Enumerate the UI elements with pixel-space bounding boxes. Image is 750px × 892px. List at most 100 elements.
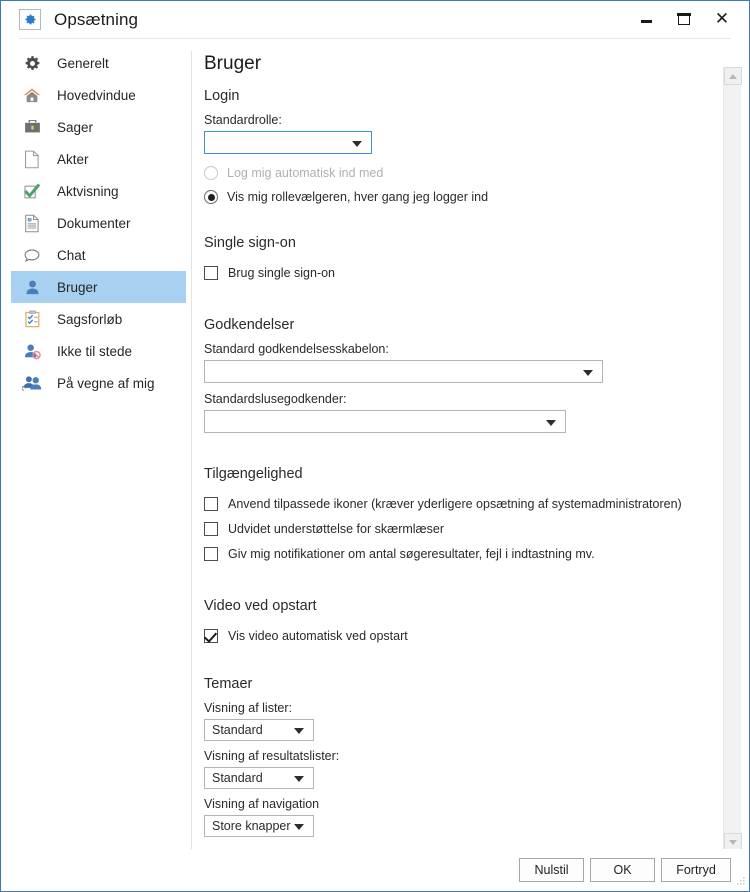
title-bar: Opsætning ✕ bbox=[1, 1, 749, 38]
default-approver-dropdown[interactable] bbox=[204, 410, 566, 433]
sso-checkbox[interactable] bbox=[204, 265, 218, 280]
close-icon: ✕ bbox=[714, 9, 730, 29]
window-controls: ✕ bbox=[627, 1, 749, 38]
chat-bubble-icon bbox=[21, 244, 43, 266]
sidebar-item-bruger[interactable]: Bruger bbox=[11, 271, 186, 303]
sidebar-item-generelt[interactable]: Generelt bbox=[11, 47, 186, 79]
accessibility-option-row[interactable]: Anvend tilpassede ikoner (kræver yderlig… bbox=[204, 491, 721, 516]
chevron-down-icon bbox=[352, 140, 362, 147]
window-title: Opsætning bbox=[54, 9, 139, 29]
startup-video-checkbox[interactable] bbox=[204, 628, 218, 643]
sso-label: Brug single sign-on bbox=[228, 265, 336, 280]
startup-video-section-heading: Video ved opstart bbox=[204, 598, 317, 614]
svg-text:A: A bbox=[28, 217, 31, 222]
startup-video-checkbox-row[interactable]: Vis video automatisk ved opstart bbox=[204, 623, 721, 648]
chevron-down-icon bbox=[294, 824, 304, 830]
document-icon: A bbox=[21, 212, 43, 234]
chevron-up-icon bbox=[729, 73, 737, 79]
themes-section-heading: Temaer bbox=[204, 676, 253, 692]
user-icon bbox=[21, 276, 43, 298]
settings-window: Opsætning ✕ Generelt Hovedvindue Sager A… bbox=[0, 0, 750, 892]
sidebar-item-label: Ikke til stede bbox=[57, 343, 133, 359]
accessibility-option-row[interactable]: Udvidet understøttelse for skærmlæser bbox=[204, 516, 721, 541]
page-icon bbox=[21, 148, 43, 170]
navigation-view-label: Visning af navigation bbox=[204, 797, 320, 811]
screenreader-checkbox[interactable] bbox=[204, 521, 218, 536]
scroll-up-button[interactable] bbox=[724, 67, 742, 85]
sidebar-item-hovedvindue[interactable]: Hovedvindue bbox=[11, 79, 186, 111]
role-picker-label: Vis mig rollevælgeren, hver gang jeg log… bbox=[227, 190, 489, 204]
sso-checkbox-row[interactable]: Brug single sign-on bbox=[204, 260, 721, 285]
sidebar-item-aktvisning[interactable]: Aktvisning bbox=[11, 175, 186, 207]
approvals-section-heading: Godkendelser bbox=[204, 317, 295, 333]
navigation-view-value: Store knapper bbox=[212, 819, 291, 833]
clipboard-icon bbox=[21, 308, 43, 330]
dialog-footer: Nulstil OK Fortryd bbox=[1, 849, 749, 891]
page-title: Bruger bbox=[204, 53, 262, 74]
maximize-icon bbox=[677, 13, 691, 25]
users-icon bbox=[21, 372, 43, 394]
resize-grip-icon[interactable] bbox=[734, 876, 746, 888]
settings-content-panel: Bruger Login Standardrolle: Log mig auto… bbox=[192, 47, 721, 849]
sidebar-item-label: Chat bbox=[57, 247, 86, 263]
close-button[interactable]: ✕ bbox=[703, 1, 741, 38]
approval-template-label: Standard godkendelsesskabelon: bbox=[204, 342, 389, 356]
sidebar-item-label: Akter bbox=[57, 151, 89, 167]
sidebar-item-sagsforloeb[interactable]: Sagsforløb bbox=[11, 303, 186, 335]
chevron-down-icon bbox=[294, 728, 304, 734]
reset-button[interactable]: Nulstil bbox=[519, 858, 584, 882]
result-lists-view-value: Standard bbox=[212, 771, 263, 785]
content-scrollbar[interactable] bbox=[723, 67, 742, 851]
sidebar-item-dokumenter[interactable]: A Dokumenter bbox=[11, 207, 186, 239]
sidebar-item-label: Dokumenter bbox=[57, 215, 131, 231]
result-lists-view-dropdown[interactable]: Standard bbox=[204, 767, 314, 789]
sidebar-item-label: Bruger bbox=[57, 279, 98, 295]
custom-icons-label: Anvend tilpassede ikoner (kræver yderlig… bbox=[228, 496, 682, 511]
minimize-icon bbox=[640, 20, 652, 23]
sidebar-item-akter[interactable]: Akter bbox=[11, 143, 186, 175]
sso-section-heading: Single sign-on bbox=[204, 235, 296, 251]
default-role-label: Standardrolle: bbox=[204, 113, 282, 127]
role-picker-radio-row[interactable]: Vis mig rollevælgeren, hver gang jeg log… bbox=[204, 185, 721, 209]
sidebar-item-chat[interactable]: Chat bbox=[11, 239, 186, 271]
sidebar-item-label: Sagsforløb bbox=[57, 311, 123, 327]
sidebar-item-label: På vegne af mig bbox=[57, 375, 155, 391]
sidebar-item-sager[interactable]: Sager bbox=[11, 111, 186, 143]
lists-view-value: Standard bbox=[212, 723, 263, 737]
sidebar-item-label: Generelt bbox=[57, 55, 109, 71]
settings-sidebar: Generelt Hovedvindue Sager Akter Aktvisn… bbox=[1, 47, 191, 847]
window-gear-icon bbox=[19, 9, 41, 30]
title-divider bbox=[19, 38, 731, 39]
sidebar-item-label: Aktvisning bbox=[57, 183, 119, 199]
chevron-down-icon bbox=[546, 419, 556, 426]
checkmark-icon bbox=[21, 180, 43, 202]
sidebar-item-ikke-til-stede[interactable]: Ikke til stede bbox=[11, 335, 186, 367]
lists-view-dropdown[interactable]: Standard bbox=[204, 719, 314, 741]
auto-login-radio[interactable] bbox=[204, 166, 218, 180]
chevron-down-icon bbox=[583, 369, 593, 376]
maximize-button[interactable] bbox=[665, 1, 703, 38]
accessibility-section-heading: Tilgængelighed bbox=[204, 466, 303, 482]
briefcase-icon bbox=[21, 116, 43, 138]
chevron-down-icon bbox=[294, 776, 304, 782]
cancel-button[interactable]: Fortryd bbox=[661, 858, 731, 882]
user-blocked-icon bbox=[21, 340, 43, 362]
sidebar-item-paa-vegne-af-mig[interactable]: På vegne af mig bbox=[11, 367, 186, 399]
sidebar-item-label: Hovedvindue bbox=[57, 87, 136, 103]
screenreader-label: Udvidet understøttelse for skærmlæser bbox=[228, 521, 445, 536]
login-section-heading: Login bbox=[204, 88, 240, 104]
notifications-checkbox[interactable] bbox=[204, 546, 218, 561]
radio-dot bbox=[207, 193, 215, 201]
result-lists-view-label: Visning af resultatslister: bbox=[204, 749, 340, 763]
ok-button[interactable]: OK bbox=[590, 858, 655, 882]
default-role-dropdown[interactable] bbox=[204, 131, 372, 154]
notifications-label: Giv mig notifikationer om antal søgeresu… bbox=[228, 546, 595, 561]
approval-template-dropdown[interactable] bbox=[204, 360, 603, 383]
accessibility-option-row[interactable]: Giv mig notifikationer om antal søgeresu… bbox=[204, 541, 721, 566]
custom-icons-checkbox[interactable] bbox=[204, 496, 218, 511]
navigation-view-dropdown[interactable]: Store knapper bbox=[204, 815, 314, 837]
role-picker-radio[interactable] bbox=[204, 190, 218, 204]
auto-login-radio-row[interactable]: Log mig automatisk ind med bbox=[204, 161, 721, 185]
startup-video-label: Vis video automatisk ved opstart bbox=[228, 628, 408, 643]
minimize-button[interactable] bbox=[627, 1, 665, 38]
